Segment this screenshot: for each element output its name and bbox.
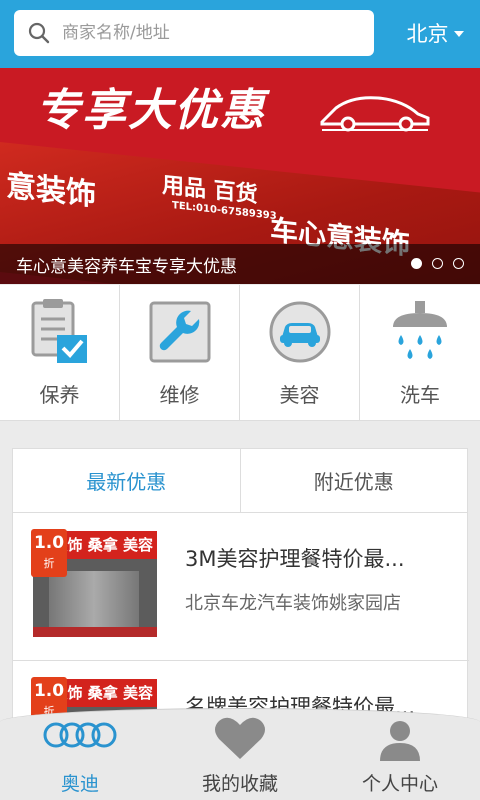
shower-icon	[393, 301, 447, 359]
service-repair[interactable]: 维修	[120, 285, 240, 421]
search-input[interactable]	[62, 23, 332, 43]
carousel-dot[interactable]	[432, 258, 443, 269]
deal-item[interactable]: 装饰 桑拿 美容 1.0 折 3M美容护理餐特价最... 北京车龙汽车装饰姚家园…	[13, 513, 469, 661]
deal-title: 3M美容护理餐特价最...	[185, 547, 405, 571]
carousel-dot[interactable]	[453, 258, 464, 269]
service-grid: 保养 维修 美容 洗车	[0, 285, 480, 421]
service-wash[interactable]: 洗车	[360, 285, 480, 421]
nav-label: 我的收藏	[201, 773, 278, 795]
bottom-nav: 奥迪 我的收藏 个人中心	[0, 708, 480, 800]
discount-unit: 折	[43, 557, 55, 570]
service-maintenance[interactable]: 保养	[0, 285, 120, 421]
tab-latest-deals[interactable]: 最新优惠	[13, 449, 241, 512]
service-label: 维修	[159, 383, 200, 407]
city-label: 北京	[406, 22, 449, 46]
promo-banner[interactable]: 专享大优惠 意装饰 用品 百货 车心意装饰 TEL:010-67589393 车…	[0, 68, 480, 284]
top-bar: 北京	[0, 0, 480, 68]
service-label: 洗车	[400, 383, 440, 407]
clipboard-check-icon	[31, 299, 87, 363]
city-selector[interactable]: 北京	[392, 12, 478, 54]
nav-item-profile[interactable]: 个人中心	[320, 709, 480, 800]
heart-icon	[215, 717, 265, 759]
nav-label: 奥迪	[60, 773, 99, 795]
banner-caption: 车心意美容养车宝专享大优惠	[16, 257, 237, 277]
tab-nearby-deals[interactable]: 附近优惠	[241, 449, 468, 512]
discount-value: 1.0	[33, 533, 65, 553]
banner-caption-bar: 车心意美容养车宝专享大优惠	[0, 244, 480, 284]
car-icon	[269, 301, 330, 363]
nav-label: 个人中心	[361, 773, 438, 795]
wrench-icon	[149, 301, 210, 363]
service-label: 保养	[39, 383, 80, 407]
person-icon	[380, 721, 420, 761]
thumbnail-floor	[33, 627, 157, 637]
deal-shop-name: 北京车龙汽车装饰姚家园店	[185, 593, 401, 614]
car-logo-icon	[320, 96, 430, 132]
banner-headline: 专享大优惠	[36, 85, 266, 136]
search-icon	[28, 22, 50, 44]
service-label: 美容	[279, 383, 320, 407]
shop-sign-left: 意装饰	[6, 168, 96, 214]
discount-badge: 1.0 折	[31, 529, 67, 577]
deals-tabs: 最新优惠 附近优惠	[13, 449, 467, 513]
nav-item-favorites[interactable]: 我的收藏	[160, 709, 320, 800]
service-beauty[interactable]: 美容	[240, 285, 360, 421]
search-box[interactable]	[14, 10, 374, 56]
chevron-down-icon	[453, 31, 464, 37]
nav-item-audi[interactable]: 奥迪	[0, 709, 160, 800]
carousel-dot[interactable]	[411, 258, 422, 269]
audi-rings-icon	[43, 722, 117, 748]
discount-value: 1.0	[33, 681, 65, 701]
carousel-indicator	[411, 258, 464, 269]
